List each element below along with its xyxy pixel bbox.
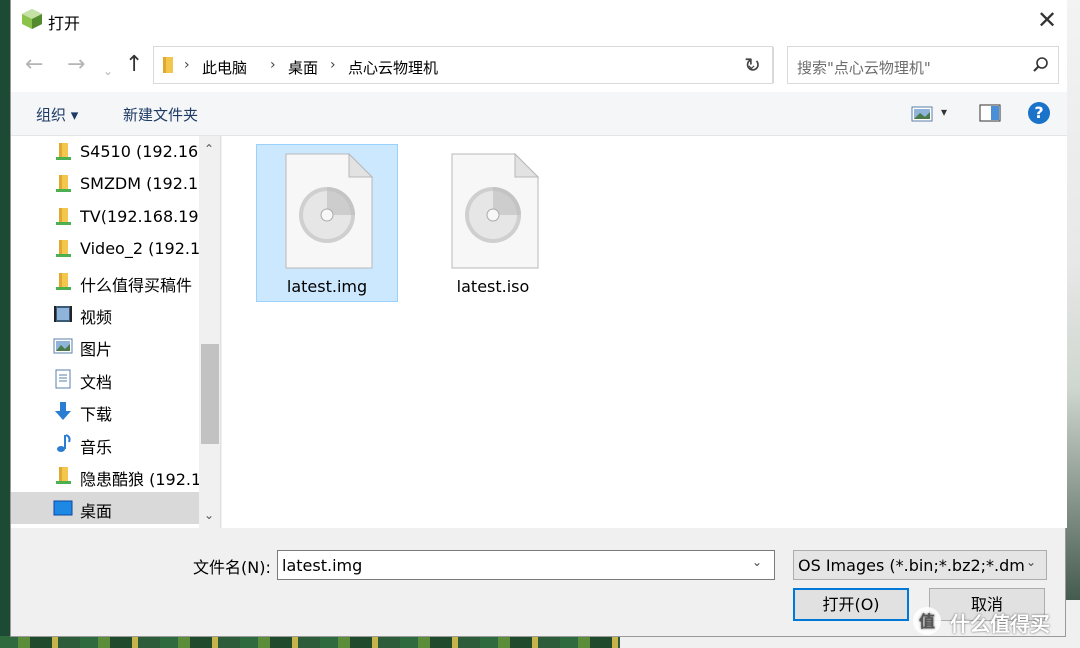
video-icon: [53, 304, 73, 324]
window-title: 打开: [48, 14, 81, 33]
sidebar-item[interactable]: SMZDM (192.1: [11, 168, 199, 200]
file-list: latest.img latest.iso: [222, 136, 1067, 528]
file-name: latest.img: [286, 277, 368, 296]
sidebar-item-label: SMZDM (192.1: [80, 174, 199, 194]
desktop-icon: [53, 498, 73, 518]
open-button[interactable]: 打开(O): [793, 588, 909, 621]
filename-history-dropdown[interactable]: ⌄: [752, 555, 762, 569]
sidebar-item[interactable]: 桌面: [11, 492, 199, 525]
sidebar-item-label: 图片: [80, 340, 113, 360]
sidebar-item[interactable]: TV(192.168.193: [11, 201, 200, 233]
sidebar-item-label: S4510 (192.168: [80, 142, 200, 161]
network-drive-icon: [53, 142, 73, 162]
watermark-logo-icon: 值: [913, 607, 941, 635]
forward-button[interactable]: →: [67, 54, 85, 76]
help-button[interactable]: ?: [1027, 101, 1051, 125]
help-glyph: ?: [1034, 103, 1044, 122]
search-input[interactable]: 搜索"点心云物理机": [787, 46, 1059, 84]
music-icon: [53, 433, 73, 454]
sidebar-item[interactable]: S4510 (192.168: [11, 136, 200, 168]
sidebar-item[interactable]: 视频: [11, 298, 199, 330]
svg-text:值: 值: [919, 612, 935, 631]
file-item[interactable]: latest.iso: [422, 144, 564, 302]
sidebar-item[interactable]: 文档: [11, 363, 199, 395]
breadcrumb-current-folder[interactable]: 点心云物理机: [348, 57, 438, 78]
change-view-button[interactable]: ▾: [911, 104, 955, 126]
open-file-dialog: 打开 ✕ ← → ⌄ ↑ › 此电脑 › 桌面 › 点心云物理机 ⌄ ↻ 搜索"…: [10, 0, 1067, 637]
up-button[interactable]: ↑: [125, 54, 143, 76]
app-cube-icon: [22, 9, 42, 29]
documents-icon: [53, 369, 73, 389]
file-item[interactable]: latest.img: [256, 144, 398, 302]
sidebar-item-label: Video_2 (192.16: [80, 239, 200, 259]
scroll-down-button[interactable]: ⌄: [204, 508, 214, 522]
network-drive-icon: [53, 174, 73, 194]
navigation-pane: S4510 (192.168 SMZDM (192.1 TV(192.168.193…: [11, 136, 221, 528]
sidebar-item-label: 下载: [80, 405, 113, 425]
folder-icon: [163, 57, 173, 73]
sidebar-item-label: 音乐: [80, 437, 113, 457]
new-folder-button[interactable]: 新建文件夹: [123, 104, 198, 125]
disc-image-icon: [451, 152, 540, 269]
desktop-background-right: [1066, 0, 1080, 648]
address-bar[interactable]: › 此电脑 › 桌面 › 点心云物理机 ⌄: [153, 46, 774, 84]
file-type-dropdown[interactable]: ⌄: [1026, 555, 1036, 569]
preview-pane-icon[interactable]: [979, 104, 1001, 122]
navigation-scrollbar[interactable]: ⌃ ⌄: [199, 136, 220, 528]
download-icon: [53, 401, 73, 421]
breadcrumb-this-pc[interactable]: 此电脑: [202, 57, 247, 78]
view-dropdown-icon[interactable]: ▾: [941, 105, 947, 119]
watermark-text: 什么值得买: [950, 612, 1050, 636]
search-icon[interactable]: [1032, 56, 1050, 74]
refresh-button[interactable]: ↻: [733, 46, 773, 84]
network-drive-icon: [53, 239, 73, 259]
breadcrumb-separator: ›: [184, 57, 190, 73]
breadcrumb-desktop[interactable]: 桌面: [288, 57, 318, 78]
recent-locations-button[interactable]: ⌄: [103, 60, 113, 82]
search-placeholder: 搜索"点心云物理机": [797, 59, 931, 77]
scroll-up-button[interactable]: ⌃: [204, 142, 214, 156]
close-button[interactable]: ✕: [1029, 6, 1065, 36]
sidebar-item-label: 桌面: [80, 502, 113, 522]
sidebar-item[interactable]: 音乐: [11, 428, 199, 460]
network-drive-icon: [53, 207, 73, 227]
sidebar-item-label: TV(192.168.193: [80, 206, 200, 226]
title-bar: 打开 ✕: [11, 0, 1067, 40]
filename-value[interactable]: latest.img: [282, 556, 362, 575]
back-button[interactable]: ←: [25, 54, 43, 76]
pictures-icon: [53, 336, 73, 356]
sidebar-item[interactable]: 什么值得买稿件: [11, 266, 199, 298]
sidebar-item-label: 视频: [80, 308, 113, 327]
sidebar-item-label: 文档: [80, 372, 113, 392]
sidebar-item-label: 隐患酷狼 (192.1: [80, 470, 200, 489]
sidebar-item[interactable]: 隐患酷狼 (192.1: [11, 460, 200, 492]
breadcrumb-separator: ›: [270, 57, 276, 73]
file-type-select[interactable]: OS Images (*.bin;*.bz2;*.dmg; ⌄: [793, 550, 1047, 580]
sidebar-item[interactable]: Video_2 (192.16: [11, 233, 200, 265]
sidebar-item[interactable]: 图片: [11, 330, 199, 362]
file-type-value: OS Images (*.bin;*.bz2;*.dmg;: [798, 556, 1024, 575]
sidebar-item-label: 什么值得买稿件: [80, 275, 193, 295]
file-name: latest.iso: [456, 277, 530, 296]
filename-input[interactable]: latest.img ⌄: [277, 550, 775, 580]
breadcrumb-separator: ›: [330, 57, 336, 73]
organize-menu[interactable]: 组织 ▾: [36, 104, 78, 125]
view-icon: [911, 106, 933, 122]
navigation-bar: ← → ⌄ ↑ › 此电脑 › 桌面 › 点心云物理机 ⌄ ↻ 搜索"点心云物理…: [11, 40, 1067, 92]
network-drive-icon: [53, 466, 73, 486]
command-bar: 组织 ▾ 新建文件夹 ▾ ?: [11, 92, 1067, 136]
sidebar-item[interactable]: 下载: [11, 395, 199, 427]
scrollbar-thumb[interactable]: [201, 344, 219, 444]
filename-label: 文件名(N):: [193, 558, 271, 577]
disc-image-icon: [285, 152, 374, 269]
network-drive-icon: [53, 272, 73, 292]
